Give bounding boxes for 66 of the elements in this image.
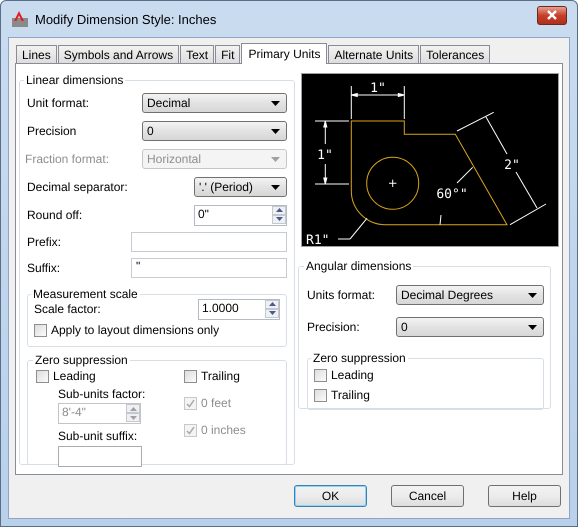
tab[interactable]: Lines [16,45,57,63]
checkbox-label: Apply to layout dimensions only [51,323,220,337]
close-icon [546,10,558,20]
dropdown[interactable]: Decimal [142,93,287,113]
checkbox-label: Leading [53,369,96,383]
group-title: Angular dimensions [305,259,412,273]
checkbox-label: 0 feet [201,396,232,410]
field-label: Precision: [307,320,360,334]
dimension-text: 1" [370,81,386,96]
tab[interactable]: Text [180,45,214,63]
dialog-button[interactable]: Help [488,485,561,507]
app-icon [11,10,29,28]
tab[interactable]: Primary Units [241,43,328,64]
tab[interactable]: Alternate Units [328,45,420,63]
dialog-button[interactable]: Cancel [391,485,464,507]
input-field[interactable] [58,446,142,467]
field-label: Round off: [27,208,82,222]
caret-icon [271,156,280,162]
checkbox-label: Trailing [201,369,240,383]
checkbox[interactable] [36,370,49,382]
caret-icon [271,100,280,106]
checkbox-label: 0 inches [201,423,246,437]
dropdown[interactable]: '.' (Period) [194,177,287,197]
field-label: Fraction format: [25,152,110,166]
dropdown[interactable]: 0 [396,317,544,337]
field-label: Decimal separator: [27,180,128,194]
dropdown[interactable]: Decimal Degrees [396,285,544,305]
tab[interactable]: Tolerances [420,45,490,63]
dimension-text: 2" [504,158,520,173]
spin-up-icon[interactable] [272,206,286,214]
spinner-field[interactable]: 0" [194,204,287,226]
caret-icon [271,184,280,190]
checkbox-label: Leading [331,368,374,382]
field-label: Sub-units factor: [58,387,146,401]
tab[interactable]: Symbols and Arrows [58,45,180,63]
checkbox-label: Trailing [331,388,370,402]
field-label: Units format: [307,288,376,302]
caret-icon [528,292,537,298]
caret-icon [271,128,280,134]
tab[interactable]: Fit [215,45,240,63]
dimension-text: 1" [317,148,333,163]
dropdown[interactable]: 0 [142,121,287,141]
field-label: Precision [27,124,76,138]
checkbox[interactable] [184,370,197,382]
input-field[interactable] [131,232,287,252]
field-label: Scale factor: [34,302,101,316]
group-title: Zero suppression [312,351,407,365]
field-label: Sub-unit suffix: [58,429,138,443]
field-label: Suffix: [27,261,60,275]
window-title: Modify Dimension Style: Inches [35,12,218,26]
checkbox[interactable] [314,368,327,382]
caret-icon [528,324,537,330]
spinner-field[interactable]: 1.0000 [198,298,280,320]
spin-up-icon[interactable] [265,300,279,308]
field-label: Unit format: [27,96,90,110]
dimension-text: 60°" [436,187,468,202]
field-label: Prefix: [27,235,62,249]
checkbox[interactable] [314,388,327,402]
dialog-button[interactable]: OK [294,485,367,507]
input-field[interactable]: " [131,258,287,278]
checkbox[interactable] [34,324,47,336]
group-title: Zero suppression [34,353,129,367]
close-button[interactable] [537,6,567,24]
group-title: Linear dimensions [25,73,124,87]
dimension-text: R1" [306,233,330,247]
group-title: Measurement scale [32,287,139,301]
